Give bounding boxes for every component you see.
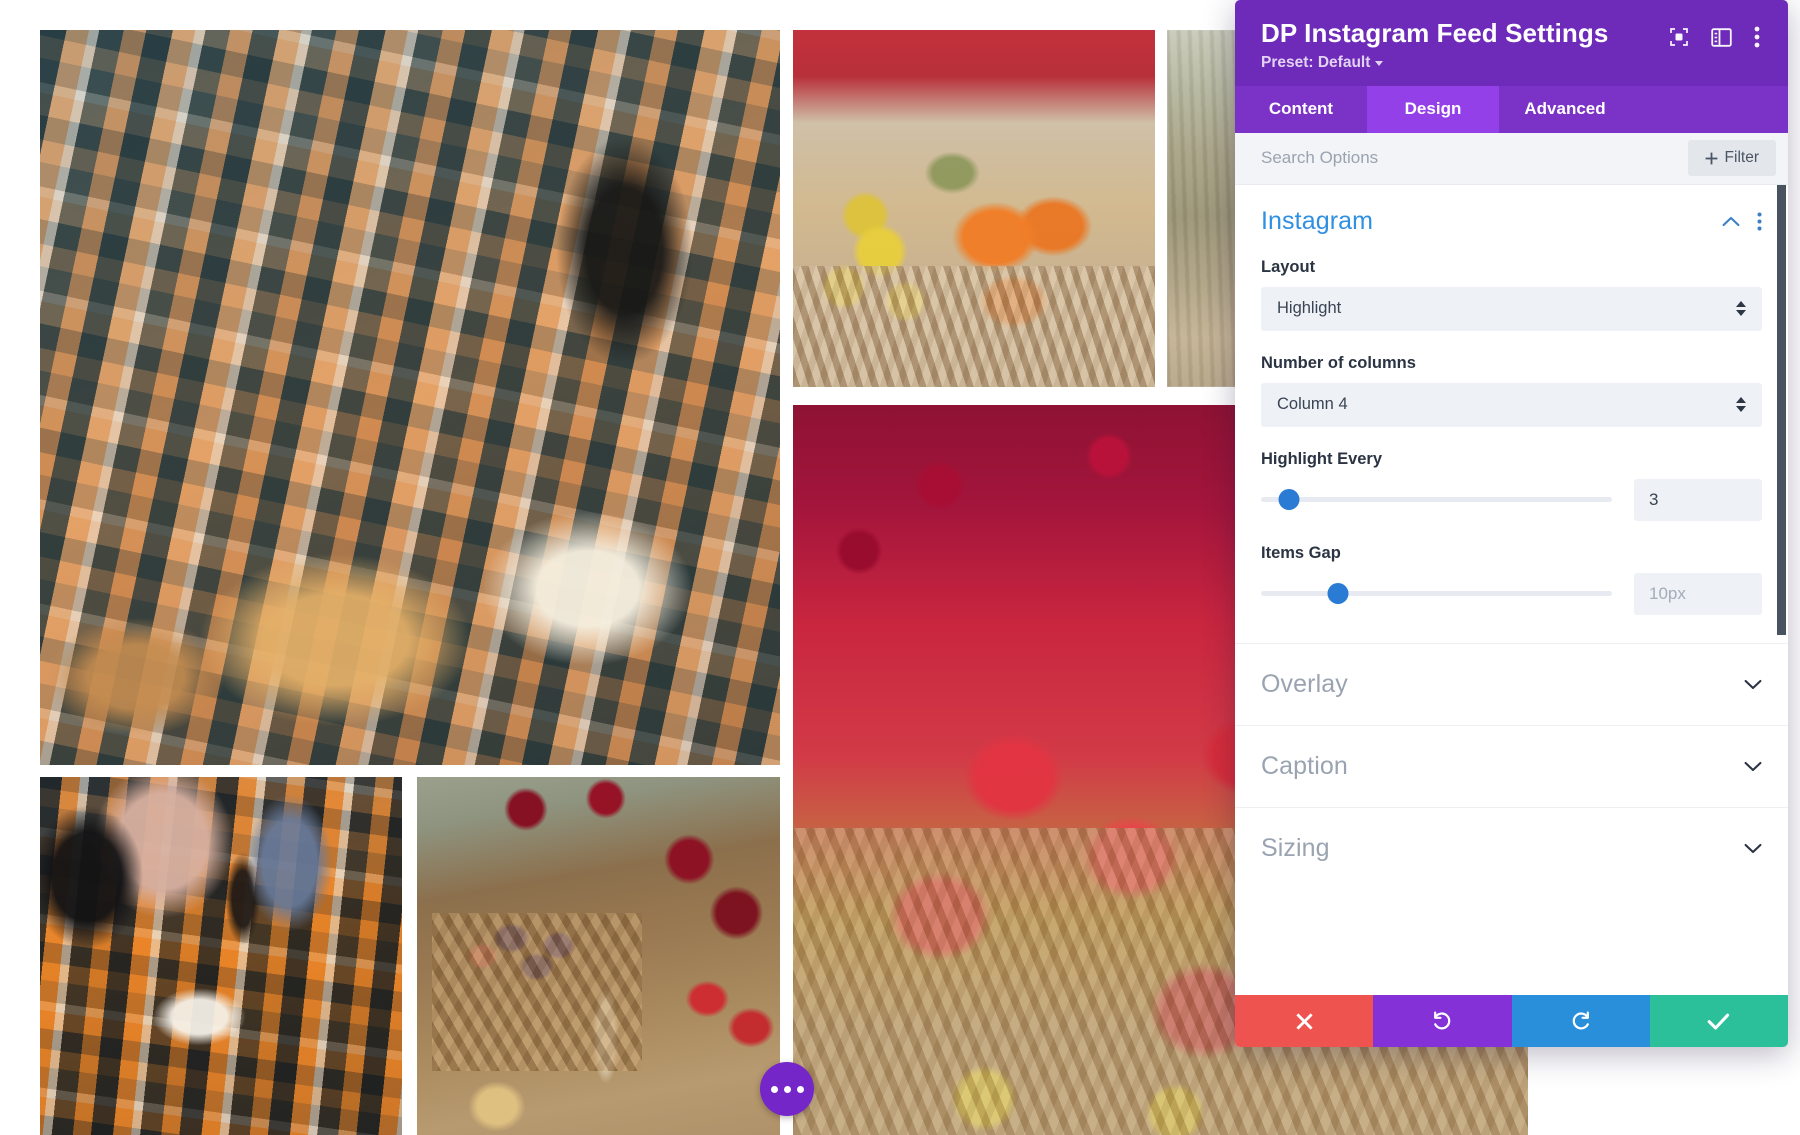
panel-tabs: Content Design Advanced [1235, 85, 1788, 133]
photo-basket-plums [417, 777, 780, 1135]
layout-select[interactable]: Highlight [1261, 286, 1762, 331]
slider-track [1261, 591, 1612, 597]
app-root: DP Instagram Feed Settings Preset: Defau… [0, 0, 1800, 1135]
section-instagram: Instagram Layout Highlight Number of col… [1235, 185, 1788, 643]
panel-title: DP Instagram Feed Settings [1261, 18, 1609, 48]
panel-header-icons [1669, 19, 1762, 48]
chevron-down-icon [1375, 61, 1384, 67]
field-layout-label: Layout [1261, 257, 1316, 276]
chevron-down-icon [1744, 761, 1762, 772]
more-vertical-icon[interactable] [1754, 26, 1760, 48]
panel-action-bar [1235, 995, 1788, 1047]
search-row: Filter [1235, 132, 1788, 185]
gallery-tile-persimmon-basket[interactable] [793, 30, 1155, 387]
focus-target-icon[interactable] [1669, 27, 1689, 47]
filter-label: Filter [1724, 149, 1759, 167]
accordion-sizing-label: Sizing [1261, 833, 1330, 862]
items-gap-input[interactable] [1634, 572, 1762, 615]
gallery-tile-picnic-blanket[interactable] [40, 30, 780, 765]
undo-button[interactable] [1373, 995, 1512, 1047]
filter-button[interactable]: Filter [1687, 140, 1776, 177]
search-input[interactable] [1261, 148, 1688, 169]
photo-people-picnic [40, 777, 402, 1135]
chevron-down-icon [1744, 679, 1762, 690]
field-columns-label: Number of columns [1261, 353, 1416, 372]
select-spinner-icon [1736, 397, 1746, 413]
chevron-down-icon [1744, 843, 1762, 854]
preset-selector[interactable]: Preset: Default [1261, 53, 1384, 72]
redo-button[interactable] [1511, 995, 1650, 1047]
field-layout: Layout Highlight [1261, 258, 1762, 331]
highlight-every-slider[interactable] [1261, 487, 1612, 513]
cancel-button[interactable] [1235, 995, 1374, 1047]
field-highlight-every: Highlight Every [1261, 450, 1762, 521]
more-vertical-icon[interactable] [1757, 212, 1762, 231]
columns-select[interactable]: Column 4 [1261, 382, 1762, 427]
panel-header: DP Instagram Feed Settings Preset: Defau… [1235, 0, 1788, 86]
accordion-overlay[interactable]: Overlay [1235, 642, 1788, 725]
field-items-gap-label: Items Gap [1261, 543, 1341, 562]
chevron-up-icon[interactable] [1722, 216, 1740, 227]
accordion-sizing[interactable]: Sizing [1235, 806, 1788, 889]
photo-picnic-blanket [40, 30, 780, 765]
columns-select-value: Column 4 [1277, 395, 1348, 414]
section-instagram-header[interactable]: Instagram [1261, 207, 1762, 236]
accordion-caption[interactable]: Caption [1235, 724, 1788, 807]
save-button[interactable] [1649, 995, 1788, 1047]
settings-panel: DP Instagram Feed Settings Preset: Defau… [1235, 0, 1788, 1047]
tab-advanced[interactable]: Advanced [1499, 86, 1631, 133]
panel-scrollbar[interactable] [1777, 184, 1786, 635]
section-title: Instagram [1261, 206, 1374, 235]
field-number-of-columns: Number of columns Column 4 [1261, 354, 1762, 427]
highlight-every-input[interactable] [1634, 478, 1762, 521]
slider-handle[interactable] [1327, 583, 1349, 605]
panel-layout-icon[interactable] [1711, 27, 1732, 47]
options-fab[interactable] [760, 1062, 814, 1116]
accordion-caption-label: Caption [1261, 751, 1348, 780]
slider-track [1261, 497, 1612, 503]
ellipsis-icon [783, 1085, 791, 1093]
plus-icon [1705, 152, 1717, 165]
ellipsis-icon [770, 1085, 778, 1093]
tab-content[interactable]: Content [1235, 86, 1367, 133]
slider-handle[interactable] [1278, 489, 1300, 511]
tab-design[interactable]: Design [1367, 85, 1499, 133]
panel-body: Instagram Layout Highlight Number of col… [1235, 184, 1788, 995]
close-icon [1296, 1012, 1313, 1030]
field-highlight-every-label: Highlight Every [1261, 449, 1383, 468]
field-items-gap: Items Gap [1261, 544, 1762, 615]
items-gap-slider[interactable] [1261, 581, 1612, 607]
layout-select-value: Highlight [1277, 299, 1342, 318]
photo-persimmon-basket [793, 30, 1155, 387]
ellipsis-icon [796, 1085, 804, 1093]
gallery-tile-basket-plums[interactable] [417, 777, 780, 1135]
select-spinner-icon [1736, 301, 1746, 317]
gallery-tile-people-picnic[interactable] [40, 777, 402, 1135]
redo-icon [1572, 1011, 1589, 1030]
undo-icon [1434, 1011, 1451, 1030]
panel-scroll-area: Instagram Layout Highlight Number of col… [1235, 185, 1788, 995]
check-icon [1708, 1013, 1730, 1030]
preset-label: Preset: Default [1261, 53, 1371, 71]
accordion-overlay-label: Overlay [1261, 669, 1348, 698]
